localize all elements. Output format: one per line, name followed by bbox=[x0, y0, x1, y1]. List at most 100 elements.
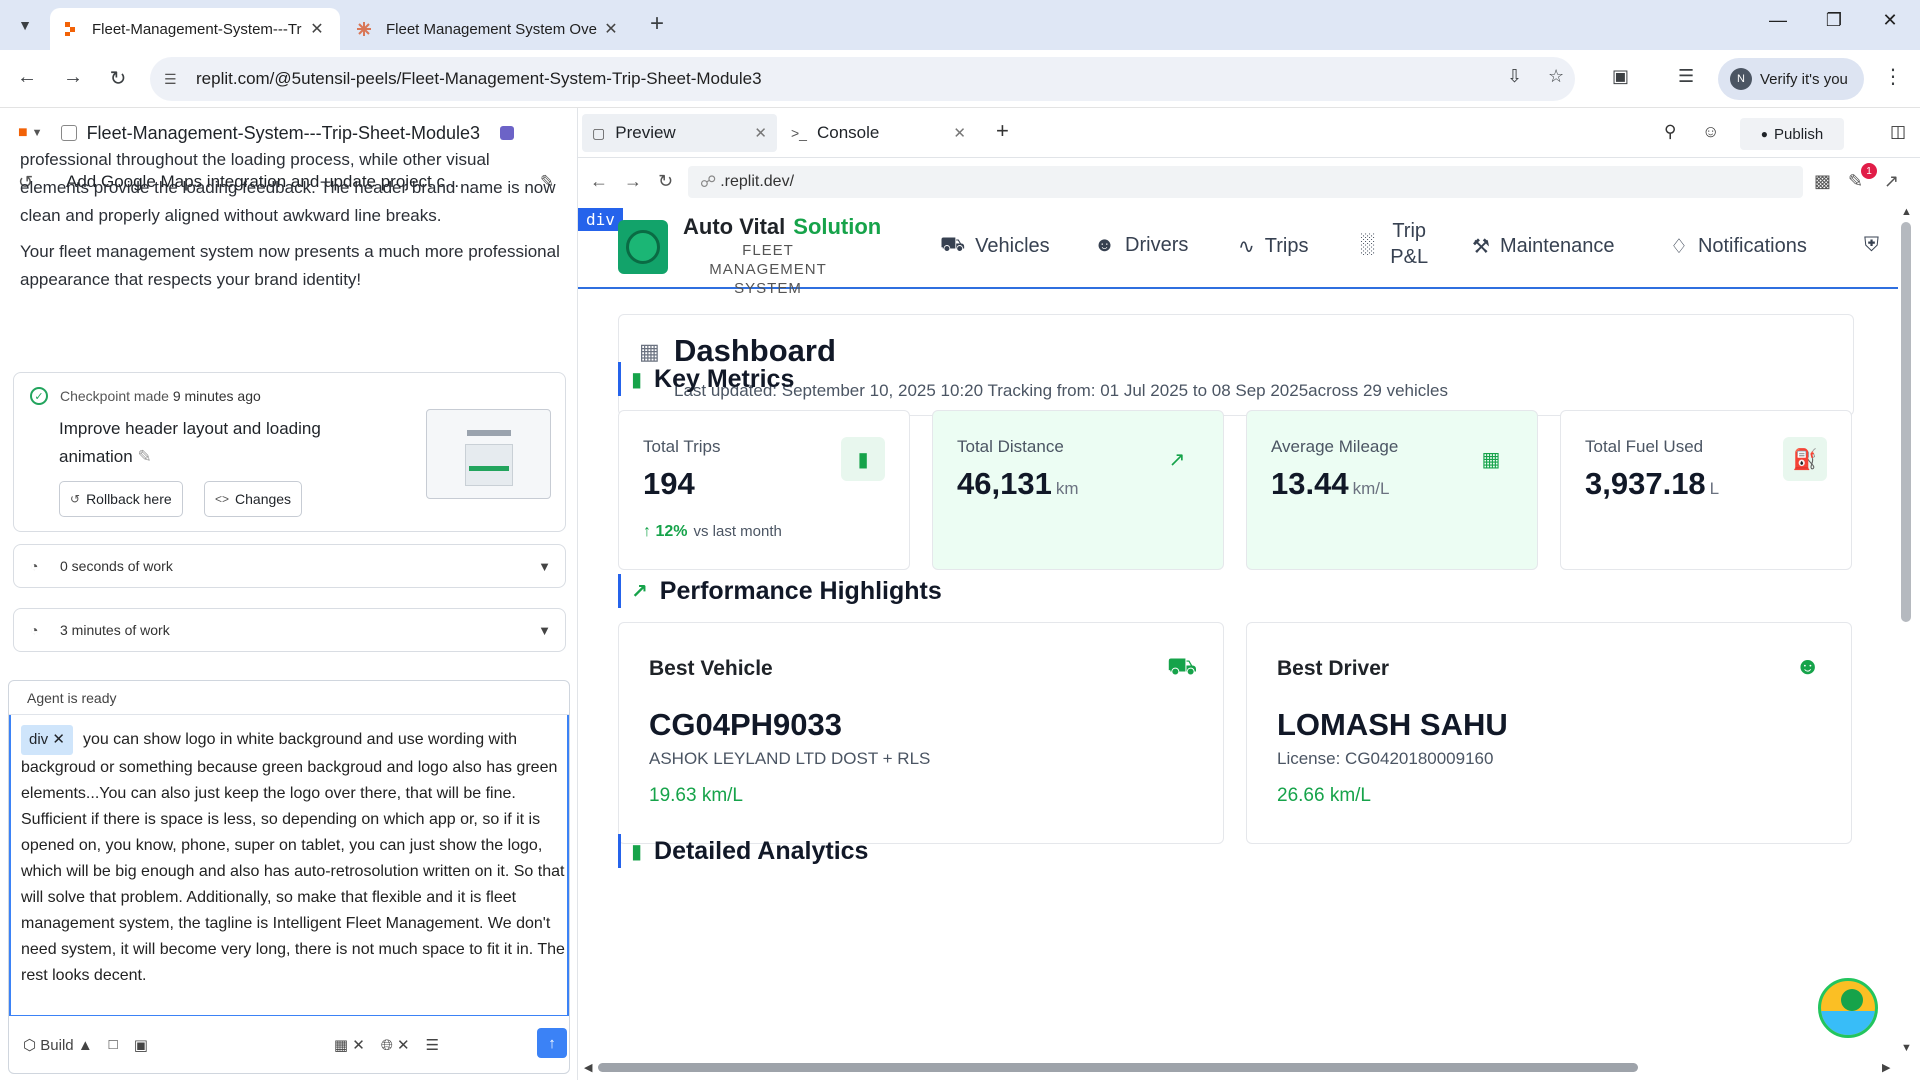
metric-card-total-distance: Total Distance 46,131 km ↗ bbox=[932, 410, 1224, 570]
devices-icon[interactable]: ▩ bbox=[1814, 171, 1831, 192]
metric-label: Total Fuel Used bbox=[1585, 437, 1704, 456]
bar-chart-icon: ▮ bbox=[631, 840, 643, 863]
nav-vehicles[interactable]: ⛟ Vehicles bbox=[940, 234, 1050, 259]
scroll-right-arrow[interactable]: ▶ bbox=[1882, 1061, 1890, 1074]
reload-button[interactable]: ↻ bbox=[103, 66, 133, 91]
publish-icon: ● bbox=[1760, 127, 1769, 141]
rollback-icon: ↺ bbox=[70, 492, 81, 506]
avatar: N bbox=[1730, 68, 1752, 90]
forward-button[interactable]: → bbox=[58, 66, 88, 89]
chevron-down-icon[interactable]: ▼ bbox=[32, 127, 43, 139]
forward-button[interactable]: → bbox=[624, 171, 642, 192]
back-button[interactable]: ← bbox=[12, 66, 42, 89]
rollback-label: Rollback here bbox=[86, 491, 172, 507]
metric-label: Total Trips bbox=[643, 437, 721, 456]
nav-notifications[interactable]: ♢ Notifications bbox=[1670, 234, 1807, 259]
work-label: 0 seconds of work bbox=[60, 558, 173, 574]
calculator-icon: ▦ bbox=[1481, 448, 1501, 471]
nav-trips[interactable]: ∿ Trips bbox=[1238, 234, 1308, 259]
settings-sliders-icon[interactable]: ☰ bbox=[426, 1036, 439, 1054]
rollback-button[interactable]: ↺ Rollback here bbox=[59, 481, 183, 517]
close-icon[interactable]: ✕ bbox=[306, 19, 328, 39]
globe-icon[interactable]: 🌐︎ ✕ bbox=[381, 1036, 410, 1054]
browser-tab[interactable]: Fleet Management System Ove ✕ bbox=[344, 8, 634, 50]
preview-url-text: .replit.dev/ bbox=[720, 173, 795, 190]
pencil-icon[interactable]: ✎ bbox=[137, 447, 151, 466]
minimize-button[interactable]: — bbox=[1758, 10, 1798, 31]
scrollbar-thumb[interactable] bbox=[598, 1063, 1638, 1072]
bookmark-star-icon[interactable]: ☆ bbox=[1548, 66, 1564, 87]
brand-tagline: FLEET MANAGEMENT SYSTEM bbox=[709, 242, 827, 297]
checkpoint-title: Improve header layout and loading animat… bbox=[59, 415, 359, 471]
nav-maintenance[interactable]: ⚒ Maintenance bbox=[1472, 234, 1614, 259]
toggle-panel-icon[interactable]: ◫ bbox=[1890, 122, 1906, 142]
scroll-down-arrow[interactable]: ▼ bbox=[1901, 1042, 1912, 1054]
search-icon[interactable]: ⚲ bbox=[1664, 122, 1676, 142]
nav-trip-pl[interactable]: ░ Trip P&L bbox=[1360, 218, 1450, 270]
select-element-icon[interactable]: □ bbox=[109, 1036, 118, 1053]
scroll-left-arrow[interactable]: ◀ bbox=[584, 1061, 592, 1074]
trending-up-icon: ↗ bbox=[1168, 448, 1186, 471]
add-tab-button[interactable]: + bbox=[996, 118, 1009, 144]
send-button[interactable]: ↑ bbox=[537, 1028, 567, 1058]
checkpoint-header: ✓ Checkpoint made 9 minutes ago bbox=[30, 387, 261, 405]
open-new-window-icon[interactable]: ↗ bbox=[1884, 171, 1899, 192]
agent-composer: Agent is ready div ✕ you can show logo in… bbox=[8, 680, 570, 1074]
url-input[interactable]: ☰ replit.com/@5utensil-peels/Fleet-Manag… bbox=[150, 57, 1575, 101]
preview-horizontal-scrollbar[interactable]: ◀ ▶ bbox=[578, 1058, 1898, 1076]
shield-icon[interactable]: ⛨ bbox=[1864, 234, 1879, 257]
project-name: Fleet-Management-System---Trip-Sheet-Mod… bbox=[86, 122, 481, 143]
checkpoint-thumbnail[interactable] bbox=[426, 409, 551, 499]
gauge-icon: ◔ bbox=[30, 622, 39, 638]
brand-logo[interactable] bbox=[618, 220, 668, 274]
replit-logo-icon[interactable]: ■ bbox=[18, 124, 28, 142]
prompt-input[interactable]: div ✕ you can show logo in white backgrou… bbox=[9, 715, 569, 1015]
section-title: Performance Highlights bbox=[659, 576, 942, 605]
metric-unit: L bbox=[1709, 479, 1720, 498]
site-settings-icon[interactable]: ☰ bbox=[164, 71, 182, 88]
work-summary-row[interactable]: ◔ 0 seconds of work ▼ bbox=[13, 544, 566, 588]
users-icon: ☻ bbox=[1094, 234, 1116, 256]
preview-url-input[interactable]: ☍ .replit.dev/ bbox=[688, 166, 1803, 198]
work-summary-row[interactable]: ◔ 3 minutes of work ▼ bbox=[13, 608, 566, 652]
vehicle-id: CG04PH9033 bbox=[649, 707, 843, 742]
close-icon[interactable]: ✕ bbox=[52, 731, 65, 748]
publish-button[interactable]: ● Publish bbox=[1740, 118, 1844, 150]
floating-assistant-avatar[interactable] bbox=[1818, 978, 1878, 1038]
restore-button[interactable]: ❐ bbox=[1814, 10, 1854, 31]
bell-icon: ♢ bbox=[1670, 236, 1688, 258]
extensions-icon[interactable]: ▣ bbox=[1612, 66, 1629, 87]
browser-menu-icon[interactable]: ⋮ bbox=[1883, 64, 1903, 89]
wrench-icon: ⚒ bbox=[1472, 236, 1490, 258]
stop-icon[interactable] bbox=[500, 126, 515, 140]
performance-heading: ↗ Performance Highlights bbox=[618, 574, 942, 608]
check-circle-icon: ✓ bbox=[30, 387, 48, 405]
nav-drivers[interactable]: ☻ Drivers bbox=[1094, 234, 1188, 257]
tab-preview[interactable]: ▢ Preview ✕ bbox=[582, 114, 777, 152]
image-icon[interactable]: ▣ bbox=[134, 1036, 148, 1054]
scrollbar-thumb[interactable] bbox=[1901, 222, 1911, 622]
tab-list-button[interactable]: ▼ bbox=[8, 10, 42, 40]
browser-tab-active[interactable]: Fleet-Management-System---Tr ✕ bbox=[50, 8, 340, 50]
scroll-up-arrow[interactable]: ▲ bbox=[1901, 206, 1912, 218]
changes-button[interactable]: <> Changes bbox=[204, 481, 303, 517]
reload-button[interactable]: ↻ bbox=[658, 171, 673, 192]
new-tab-button[interactable]: + bbox=[650, 10, 664, 38]
install-app-icon[interactable]: ⇩ bbox=[1507, 66, 1522, 87]
profile-verify-button[interactable]: N Verify it's you bbox=[1718, 58, 1864, 100]
close-icon[interactable]: ✕ bbox=[953, 124, 966, 142]
preview-toolbar: ← → ↻ ☍ .replit.dev/ ▩ ✎ 1 ↗ bbox=[578, 160, 1920, 204]
close-icon[interactable]: ✕ bbox=[600, 19, 622, 39]
cpu-icon[interactable]: ▦ ✕ bbox=[334, 1036, 365, 1054]
window-close-button[interactable]: ✕ bbox=[1870, 10, 1910, 31]
close-icon[interactable]: ✕ bbox=[754, 124, 767, 142]
media-controls-icon[interactable]: ☰ bbox=[1678, 66, 1694, 87]
build-mode-button[interactable]: ⬡ Build ▲ bbox=[23, 1036, 93, 1054]
back-button[interactable]: ← bbox=[590, 171, 608, 192]
nav-label: Drivers bbox=[1125, 234, 1189, 256]
fuel-pump-icon: ⛽ bbox=[1783, 437, 1827, 481]
preview-vertical-scrollbar[interactable]: ▲ ▼ bbox=[1898, 204, 1914, 1058]
element-chip[interactable]: div ✕ bbox=[21, 725, 73, 755]
invite-user-icon[interactable]: ☺ bbox=[1702, 122, 1719, 142]
tab-console[interactable]: >_ Console ✕ bbox=[781, 114, 976, 152]
